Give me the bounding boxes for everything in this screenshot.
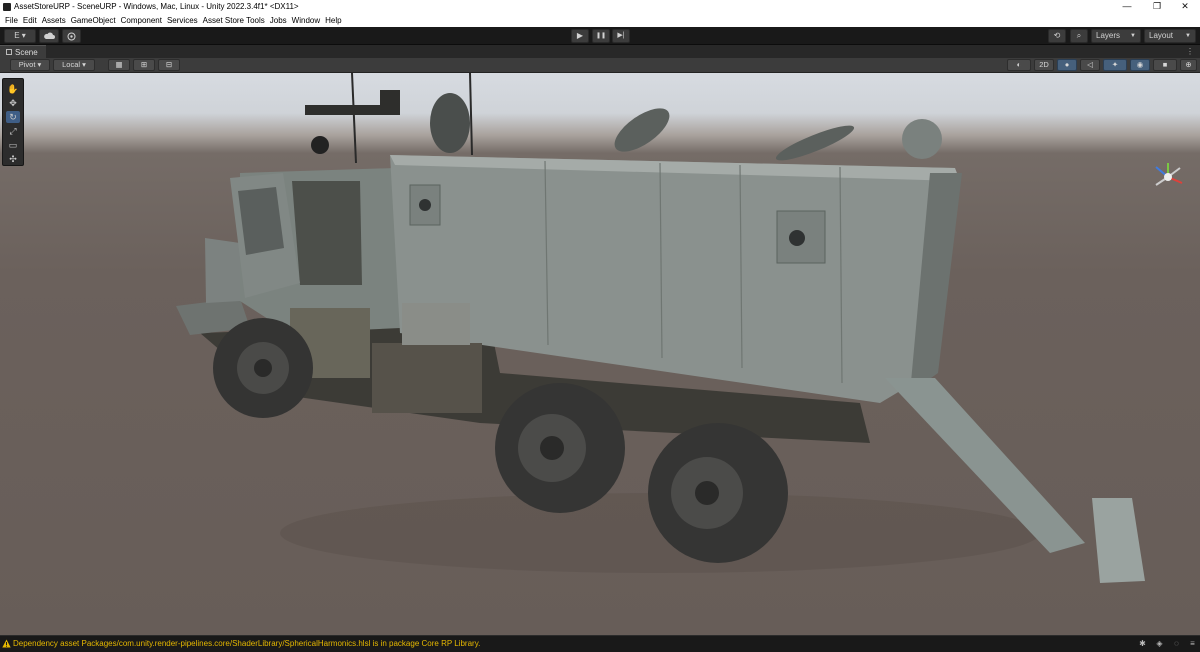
status-message[interactable]: Dependency asset Packages/com.unity.rend… xyxy=(13,636,480,652)
lighting-toggle[interactable]: ● xyxy=(1057,59,1077,71)
menu-edit[interactable]: Edit xyxy=(23,14,42,27)
audio-toggle[interactable]: ◁ xyxy=(1080,59,1100,71)
pivot-label: Pivot ▾ xyxy=(18,60,42,69)
layout-label: Layout xyxy=(1149,31,1174,40)
camera-icon: ■ xyxy=(1162,60,1168,69)
menu-file[interactable]: File xyxy=(5,14,23,27)
hand-tool-icon[interactable]: ✋ xyxy=(6,83,20,95)
speaker-icon: ◁ xyxy=(1087,60,1093,69)
light-bulb-icon: ● xyxy=(1064,60,1070,69)
camera-dropdown[interactable]: ■ xyxy=(1153,59,1177,71)
middle-wheel xyxy=(495,383,625,513)
effects-dropdown[interactable]: ✦ xyxy=(1103,59,1127,71)
layers-label: Layers xyxy=(1096,31,1121,40)
scene-icon xyxy=(6,49,12,55)
menu-gameobject[interactable]: GameObject xyxy=(71,14,121,27)
restore-button[interactable]: ❐ xyxy=(1142,0,1172,14)
bug-icon[interactable]: ✱ xyxy=(1138,639,1147,648)
search-icon: ⌕ xyxy=(1076,31,1082,40)
pause-button[interactable]: ❚❚ xyxy=(592,29,610,43)
layers-dropdown[interactable]: Layers ▼ xyxy=(1091,29,1141,43)
close-button[interactable]: ✕ xyxy=(1170,0,1200,14)
menu-jobs[interactable]: Jobs xyxy=(270,14,292,27)
menu-window[interactable]: Window xyxy=(292,14,325,27)
rect-tool-icon[interactable]: ▭ xyxy=(6,139,20,151)
draw-mode-dropdown[interactable]: ◐ xyxy=(1007,59,1031,71)
snap-increment-button[interactable]: ⊞ xyxy=(133,59,155,71)
grid-snap-button[interactable]: ▦ xyxy=(108,59,130,71)
cloud-button[interactable] xyxy=(39,29,59,43)
play-button[interactable]: ▶ xyxy=(571,29,589,43)
rear-wheel xyxy=(648,423,788,563)
effects-icon: ✦ xyxy=(1111,60,1119,69)
front-wheel xyxy=(213,318,313,418)
scene-toolbar: Pivot ▾ Local ▾ ▦ ⊞ ⊟ ◐ 2D ● ◁ ✦ ◉ ■ ⊕ xyxy=(0,58,1200,73)
menu-bar: File Edit Assets GameObject Component Service… xyxy=(0,14,1200,27)
layout-dropdown[interactable]: Layout ▼ xyxy=(1144,29,1196,43)
toggle-2d-label: 2D xyxy=(1039,60,1049,69)
hidden-eye-icon: ◉ xyxy=(1136,60,1144,69)
gizmos-dropdown[interactable]: ⊕ xyxy=(1180,59,1197,71)
armored-truck-model xyxy=(176,73,1145,583)
menu-component[interactable]: Component xyxy=(121,14,167,27)
unity-logo-icon xyxy=(3,3,11,11)
gizmo-globe-icon: ⊕ xyxy=(1185,60,1192,69)
shading-sphere-icon: ◐ xyxy=(1016,60,1022,69)
menu-asset-store-tools[interactable]: Asset Store Tools xyxy=(203,14,270,27)
tab-bar: Scene ⋮ xyxy=(0,45,1200,58)
account-dropdown[interactable]: E ▾ xyxy=(4,29,36,43)
cloud-icon xyxy=(44,32,55,39)
ruler-icon: ⊟ xyxy=(165,60,173,69)
menu-help[interactable]: Help xyxy=(325,14,346,27)
warning-icon xyxy=(2,639,11,648)
orientation-gizmo[interactable] xyxy=(1148,159,1188,195)
transform-tool-icon[interactable]: ✣ xyxy=(6,153,20,165)
menu-assets[interactable]: Assets xyxy=(42,14,71,27)
main-toolbar: E ▾ ▶ ❚❚ ▶| ⟲ ⌕ Layers ▼ Layout ▼ xyxy=(0,27,1200,45)
scene-tools-panel: ✋ ✥ ↻ ⤢ ▭ ✣ xyxy=(2,78,24,166)
account-label: E ▾ xyxy=(14,31,26,40)
collab-icon xyxy=(67,32,76,41)
grid-icon: ▦ xyxy=(115,60,123,69)
menu-services[interactable]: Services xyxy=(167,14,203,27)
step-button[interactable]: ▶| xyxy=(612,29,630,43)
chevron-down-icon: ▼ xyxy=(1185,33,1191,39)
tab-menu-icon[interactable]: ⋮ xyxy=(1186,45,1194,58)
pivot-dropdown[interactable]: Pivot ▾ xyxy=(10,59,50,71)
search-button[interactable]: ⌕ xyxy=(1070,29,1088,43)
cache-server-icon[interactable]: ◈ xyxy=(1155,639,1164,648)
snap-icon: ⊞ xyxy=(140,60,148,69)
undo-history-button[interactable]: ⟲ xyxy=(1048,29,1066,43)
progress-icon[interactable]: ◌ xyxy=(1172,639,1181,648)
chevron-down-icon: ▼ xyxy=(1130,33,1136,39)
ruler-button[interactable]: ⊟ xyxy=(158,59,180,71)
notifications-icon[interactable]: ≡ xyxy=(1188,639,1197,648)
local-label: Local ▾ xyxy=(62,60,86,69)
rotate-tool-icon[interactable]: ↻ xyxy=(6,111,20,123)
local-dropdown[interactable]: Local ▾ xyxy=(53,59,95,71)
collab-button[interactable] xyxy=(62,29,81,43)
scene-viewport[interactable] xyxy=(0,73,1200,635)
scale-tool-icon[interactable]: ⤢ xyxy=(6,125,20,137)
scene-visibility-toggle[interactable]: ◉ xyxy=(1130,59,1150,71)
tab-scene-label: Scene xyxy=(15,48,38,57)
status-bar: Dependency asset Packages/com.unity.rend… xyxy=(0,635,1200,651)
window-title: AssetStoreURP - SceneURP - Windows, Mac,… xyxy=(14,2,299,11)
minimize-button[interactable]: — xyxy=(1112,0,1142,14)
history-icon: ⟲ xyxy=(1053,31,1061,40)
move-tool-icon[interactable]: ✥ xyxy=(6,97,20,109)
tab-scene[interactable]: Scene xyxy=(0,45,46,58)
window-titlebar: AssetStoreURP - SceneURP - Windows, Mac,… xyxy=(0,0,1200,14)
toggle-2d-button[interactable]: 2D xyxy=(1034,59,1054,71)
